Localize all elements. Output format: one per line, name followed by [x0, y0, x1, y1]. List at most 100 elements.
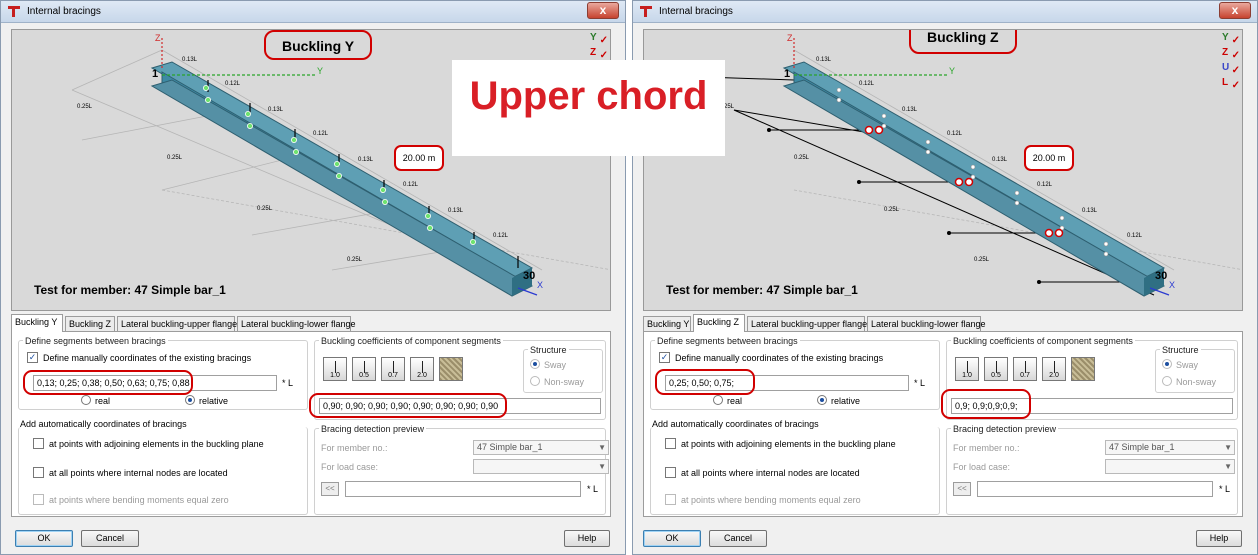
buckling-coeff-title: Buckling coefficients of component segme… — [951, 336, 1135, 346]
highlight-coords — [23, 370, 193, 395]
segment-label: 0.12L — [947, 131, 963, 137]
adjoining-elements-label: at points with adjoining elements in the… — [681, 439, 896, 449]
member-no-select[interactable]: 47 Simple bar_1 ▼ — [473, 440, 609, 455]
internal-nodes-checkbox[interactable] — [665, 467, 676, 478]
detection-result-input[interactable] — [977, 481, 1213, 497]
tab-buckling-z[interactable]: Buckling Z — [65, 316, 115, 332]
segment-label: 0.13L — [182, 57, 198, 63]
y-view-icon[interactable]: Y ✓ — [590, 32, 608, 47]
tab-buckling-y[interactable]: Buckling Y — [643, 316, 691, 332]
tab-buckling-y[interactable]: Buckling Y — [11, 314, 63, 332]
detection-result-input[interactable] — [345, 481, 581, 497]
detection-unit-label: * L — [587, 484, 599, 494]
coeff-0-5-button[interactable]: 0.5 — [984, 357, 1008, 381]
relative-radio[interactable] — [185, 395, 195, 405]
sway-label: Sway — [1176, 360, 1199, 370]
define-manually-label: Define manually coordinates of the exist… — [43, 353, 252, 363]
segment-label: 0.12L — [493, 233, 509, 239]
segment-label: 0.13L — [902, 107, 918, 113]
close-button[interactable]: x — [1219, 2, 1251, 19]
unit-label: * L — [914, 378, 926, 388]
y-axis-label: Y — [949, 66, 956, 76]
coeff-0-7-button[interactable]: 0.7 — [1013, 357, 1037, 381]
segment-label: 0.13L — [448, 208, 464, 214]
window-title: Internal bracings — [27, 6, 101, 17]
l-view-icon[interactable]: L ✓ — [1222, 77, 1240, 92]
coeff-2-0-button[interactable]: 2.0 — [410, 357, 434, 381]
real-radio[interactable] — [81, 395, 91, 405]
back-button[interactable]: << — [953, 482, 971, 496]
detection-title: Bracing detection preview — [951, 424, 1059, 434]
define-segments-title: Define segments between bracings — [655, 336, 800, 346]
relative-label: relative — [831, 396, 861, 406]
tab-buckling-z[interactable]: Buckling Z — [693, 314, 745, 332]
segment-label: 0.12L — [1037, 182, 1053, 188]
segment-label: 0.12L — [859, 81, 875, 87]
nonsway-radio[interactable] — [1162, 376, 1172, 386]
u-view-icon[interactable]: U ✓ — [1222, 62, 1240, 77]
define-manually-label: Define manually coordinates of the exist… — [675, 353, 884, 363]
moments-zero-label: at points where bending moments equal ze… — [49, 495, 229, 505]
ok-button[interactable]: OK — [15, 530, 73, 547]
coeff-1-0-button[interactable]: 1.0 — [955, 357, 979, 381]
nonsway-label: Non-sway — [1176, 377, 1217, 387]
member-no-label: For member no.: — [321, 443, 388, 453]
member-length-label: 20.00 m — [1024, 145, 1074, 171]
real-radio[interactable] — [713, 395, 723, 405]
coeff-1-0-button[interactable]: 1.0 — [323, 357, 347, 381]
help-button[interactable]: Help — [1196, 530, 1242, 547]
test-member-label: Test for member: 47 Simple bar_1 — [34, 283, 226, 297]
define-manually-checkbox[interactable]: ✓ — [27, 352, 38, 363]
coeff-0-5-button[interactable]: 0.5 — [352, 357, 376, 381]
moments-zero-checkbox[interactable] — [33, 494, 44, 505]
upper-chord-annotation: Upper chord — [452, 60, 725, 156]
coeff-2-0-button[interactable]: 2.0 — [1042, 357, 1066, 381]
segment-label: 0.25L — [884, 207, 900, 213]
coeff-custom-button[interactable] — [1071, 357, 1095, 381]
segment-label: 0.12L — [403, 182, 419, 188]
buckling-coeff-title: Buckling coefficients of component segme… — [319, 336, 503, 346]
tab-lateral-upper[interactable]: Lateral buckling-upper flange — [747, 316, 867, 332]
cancel-button[interactable]: Cancel — [81, 530, 139, 547]
relative-radio[interactable] — [817, 395, 827, 405]
real-label: real — [95, 396, 111, 406]
nonsway-label: Non-sway — [544, 377, 585, 387]
help-button[interactable]: Help — [564, 530, 610, 547]
define-manually-checkbox[interactable]: ✓ — [659, 352, 670, 363]
segment-label: 0.25L — [794, 155, 810, 161]
nonsway-radio[interactable] — [530, 376, 540, 386]
sway-radio[interactable] — [1162, 359, 1172, 369]
detection-unit-label: * L — [1219, 484, 1231, 494]
view-toolbar: Y ✓ Z ✓ — [590, 32, 608, 62]
tab-lateral-upper[interactable]: Lateral buckling-upper flange — [117, 316, 237, 332]
segment-label: 0.25L — [257, 206, 273, 212]
segment-label: 0.12L — [313, 131, 329, 137]
segment-label: 0.13L — [268, 107, 284, 113]
buckling-case-title: Buckling Y — [264, 30, 373, 60]
coeff-custom-button[interactable] — [439, 357, 463, 381]
tab-lateral-lower[interactable]: Lateral buckling-lower flange — [867, 316, 986, 332]
z-view-icon[interactable]: Z ✓ — [1222, 47, 1240, 62]
internal-nodes-checkbox[interactable] — [33, 467, 44, 478]
tab-lateral-lower[interactable]: Lateral buckling-lower flange — [237, 316, 356, 332]
moments-zero-checkbox[interactable] — [665, 494, 676, 505]
title-bar: Internal bracings x — [633, 1, 1257, 23]
y-view-icon[interactable]: Y ✓ — [1222, 32, 1240, 47]
sway-radio[interactable] — [530, 359, 540, 369]
cancel-button[interactable]: Cancel — [709, 530, 767, 547]
member-no-select[interactable]: 47 Simple bar_1 ▼ — [1105, 440, 1235, 455]
moments-zero-label: at points where bending moments equal ze… — [681, 495, 861, 505]
internal-nodes-label: at all points where internal nodes are l… — [49, 468, 228, 478]
load-case-select[interactable]: ▼ — [473, 459, 609, 474]
detection-group: Bracing detection preview For member no.… — [314, 424, 609, 515]
adjoining-elements-checkbox[interactable] — [665, 438, 676, 449]
detection-group: Bracing detection preview For member no.… — [946, 424, 1238, 515]
coeff-0-7-button[interactable]: 0.7 — [381, 357, 405, 381]
adjoining-elements-checkbox[interactable] — [33, 438, 44, 449]
load-case-select[interactable]: ▼ — [1105, 459, 1235, 474]
ok-button[interactable]: OK — [643, 530, 701, 547]
back-button[interactable]: << — [321, 482, 339, 496]
close-button[interactable]: x — [587, 2, 619, 19]
internal-bracings-window-right: Internal bracings x 1 30 Z Y X 0.13L 0.1… — [632, 0, 1258, 555]
segment-label: 0.25L — [347, 257, 363, 263]
